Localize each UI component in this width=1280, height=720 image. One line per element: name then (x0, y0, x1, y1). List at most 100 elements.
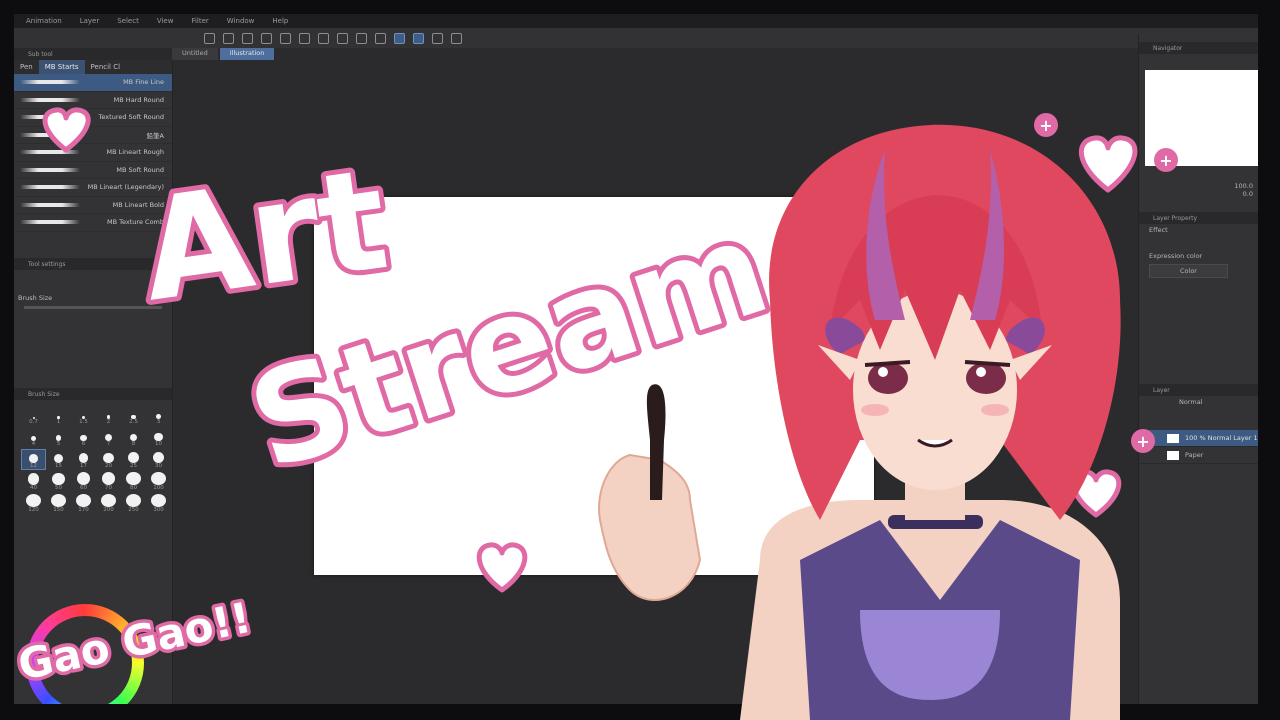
brush-size-option[interactable]: 7 (97, 428, 120, 447)
brush-size-option[interactable]: 300 (147, 494, 170, 513)
navigator-preview[interactable] (1145, 70, 1258, 166)
color-button[interactable]: Color (1149, 264, 1228, 278)
brush-size-option[interactable]: 60 (72, 472, 95, 491)
brush-size-option[interactable]: 150 (47, 494, 70, 513)
brush-item[interactable]: MB Soft Round (14, 162, 172, 179)
clip-studio-window: Animation Layer Select View Filter Windo… (14, 14, 1258, 704)
brush-size-option[interactable]: 6 (72, 428, 95, 447)
brush-size-option[interactable]: 5 (47, 428, 70, 447)
drawing-canvas[interactable] (314, 197, 874, 575)
brush-size-value[interactable]: 20.0 (154, 294, 168, 302)
tab-mb-starts[interactable]: MB Starts (38, 60, 85, 74)
brush-size-option[interactable]: 8 (122, 428, 145, 447)
layer-toolbar (1139, 408, 1258, 430)
brush-size-slider[interactable] (24, 306, 162, 309)
zoom-value[interactable]: 100.0 (1234, 182, 1253, 190)
brush-size-option[interactable]: 30 (147, 450, 170, 469)
brush-size-dot (26, 494, 41, 507)
brush-size-option[interactable]: 4 (22, 428, 45, 447)
brush-stroke-preview (20, 220, 80, 224)
brush-item[interactable]: MB Texture Comb (14, 214, 172, 232)
brush-size-dot (51, 494, 66, 507)
layer-row[interactable]: Paper (1139, 447, 1258, 464)
brush-size-option[interactable]: 0.7 (22, 406, 45, 425)
brush-size-option[interactable]: 170 (72, 494, 95, 513)
brush-size-dot (126, 472, 141, 485)
tool-settings-panel: Tool settings Brush Size 20.0 (14, 258, 172, 311)
menu-item-view[interactable]: View (157, 17, 174, 25)
brush-size-option[interactable]: 80 (122, 472, 145, 491)
pen-pressure-icon[interactable] (432, 32, 443, 44)
brush-size-option[interactable]: 1.5 (72, 406, 95, 425)
brush-size-dot (76, 494, 91, 507)
fill-icon[interactable] (318, 32, 329, 44)
brush-size-option[interactable]: 1 (47, 406, 70, 425)
brush-stroke-preview (20, 80, 80, 84)
open-file-icon[interactable] (223, 32, 234, 44)
tab-illustration[interactable]: Illustration (219, 48, 275, 60)
brush-size-option[interactable]: 100 (147, 472, 170, 491)
brush-stroke-preview (20, 167, 80, 172)
brush-size-option[interactable]: 2 (97, 406, 120, 425)
brush-size-option[interactable]: 50 (47, 472, 70, 491)
brush-size-label: 6 (81, 441, 86, 447)
snap-grid-icon[interactable] (413, 32, 424, 44)
brush-item[interactable]: MB Lineart Rough (14, 144, 172, 162)
settings-icon[interactable] (451, 32, 462, 44)
menu-item-select[interactable]: Select (117, 17, 139, 25)
brush-item[interactable]: MB Fine Line (14, 74, 172, 92)
brush-size-option[interactable]: 2.5 (122, 406, 145, 425)
brush-size-option[interactable]: 70 (97, 472, 120, 491)
brush-size-option[interactable]: 10 (147, 428, 170, 447)
brush-item[interactable]: Textured Soft Round (14, 109, 172, 127)
redo-icon[interactable] (280, 32, 291, 44)
new-file-icon[interactable] (204, 32, 215, 44)
brush-item[interactable]: MB Lineart (Legendary) (14, 179, 172, 197)
layer-row[interactable]: 100 % Normal Layer 1 (1139, 430, 1258, 447)
tab-pen[interactable]: Pen (14, 60, 39, 74)
brush-size-option[interactable]: 200 (97, 494, 120, 513)
menu-item-window[interactable]: Window (227, 17, 255, 25)
menu-item-filter[interactable]: Filter (191, 17, 208, 25)
brush-size-label: 0.7 (29, 419, 38, 425)
brush-item[interactable]: MB Lineart Bold (14, 197, 172, 214)
snap-ruler-icon[interactable] (394, 32, 405, 44)
menu-item-animation[interactable]: Animation (26, 17, 62, 25)
blend-mode-select[interactable]: Normal (1139, 396, 1258, 408)
clear-icon[interactable] (299, 32, 310, 44)
brush-name: MB Fine Line (123, 78, 164, 87)
tab-untitled[interactable]: Untitled (172, 48, 218, 60)
effect-label: Effect (1149, 226, 1168, 234)
brush-size-option[interactable]: 17 (72, 450, 95, 469)
tab-pencil[interactable]: Pencil Cl (85, 60, 127, 74)
brush-size-option[interactable]: 20 (97, 450, 120, 469)
brush-item[interactable]: MB Hard Round (14, 92, 172, 109)
transform-icon[interactable] (337, 32, 348, 44)
brush-size-option[interactable]: 120 (22, 494, 45, 513)
brush-item[interactable]: 鉛筆A (14, 127, 172, 144)
brush-size-option[interactable]: 250 (122, 494, 145, 513)
deselect-icon[interactable] (356, 32, 367, 44)
brush-size-option[interactable]: 15 (47, 450, 70, 469)
menu-item-layer[interactable]: Layer (80, 17, 100, 25)
brush-size-option[interactable]: 12 (21, 449, 46, 470)
layer-property-panel: Layer Property Effect Expression color C… (1139, 212, 1258, 280)
brush-size-dot (101, 494, 116, 507)
sub-tool-header: Sub tool (14, 48, 172, 60)
brush-size-option[interactable]: 40 (22, 472, 45, 491)
brush-size-label: 250 (128, 507, 139, 513)
brush-size-option[interactable]: 25 (122, 450, 145, 469)
rotate-value[interactable]: 0.0 (1234, 190, 1253, 198)
undo-icon[interactable] (261, 32, 272, 44)
brush-size-option[interactable]: 3 (147, 406, 170, 425)
invert-selection-icon[interactable] (375, 32, 386, 44)
tool-settings-header: Tool settings (14, 258, 172, 270)
brush-size-label: 200 (103, 507, 114, 513)
left-panel: Sub tool Pen MB Starts Pencil Cl MB Fine… (14, 48, 173, 704)
brush-size-label: 12 (30, 463, 37, 469)
save-icon[interactable] (242, 32, 253, 44)
color-wheel[interactable] (26, 604, 144, 704)
brush-size-dot (128, 452, 139, 463)
brush-size-dot (105, 434, 112, 441)
menu-item-help[interactable]: Help (272, 17, 288, 25)
